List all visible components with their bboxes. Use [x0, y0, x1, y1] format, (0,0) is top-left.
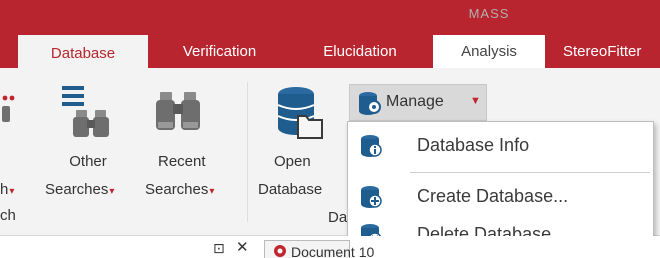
menu-item-label: Create Database...: [417, 186, 569, 206]
menu-separator: [410, 172, 650, 173]
partial-search-label[interactable]: h▾: [0, 180, 14, 201]
document-tab[interactable]: Document 10: [264, 240, 374, 258]
tab-elucidation[interactable]: Elucidation: [292, 35, 428, 68]
open-database-label-2[interactable]: Database: [258, 180, 322, 199]
menu-item-label: Database Info: [417, 135, 530, 155]
mass-context-label: MASS: [468, 6, 510, 21]
document-tab-label: Document 10: [291, 244, 375, 258]
other-searches-label-1[interactable]: Other: [63, 152, 113, 171]
tab-stereofitter[interactable]: StereoFitter: [549, 35, 660, 68]
search-icon[interactable]: [2, 94, 16, 124]
tab-analysis[interactable]: Analysis: [433, 35, 545, 68]
partial-group-label: ch: [0, 207, 16, 224]
menu-item-database-info[interactable]: Database Info: [348, 125, 653, 165]
close-icon[interactable]: ✕: [236, 238, 249, 256]
tab-database[interactable]: Database: [18, 35, 148, 68]
manage-button-label: Manage: [386, 93, 444, 110]
open-database-icon[interactable]: [276, 86, 326, 140]
pin-icon[interactable]: ⊡: [213, 240, 225, 257]
group-label: Da: [328, 209, 348, 226]
other-searches-label-2[interactable]: Searches▾: [45, 180, 114, 201]
menu-item-create-database[interactable]: Create Database...: [348, 176, 653, 216]
create-database-icon: [361, 186, 382, 208]
chevron-down-icon[interactable]: ▼: [470, 95, 481, 107]
recent-searches-label-2[interactable]: Searches▾: [145, 180, 214, 201]
manage-database-icon: [359, 92, 381, 115]
document-icon: [274, 245, 286, 257]
tab-verification[interactable]: Verification: [153, 35, 286, 68]
ribbon-separator: [247, 82, 248, 222]
manage-button[interactable]: Manage ▼: [349, 84, 487, 121]
database-info-icon: [361, 135, 382, 157]
recent-searches-label-1[interactable]: Recent: [158, 152, 206, 171]
other-searches-icon[interactable]: [62, 86, 116, 138]
tab-partial-left: [0, 35, 18, 68]
recent-searches-icon[interactable]: [156, 92, 200, 136]
open-database-label-1[interactable]: Open: [274, 152, 311, 171]
